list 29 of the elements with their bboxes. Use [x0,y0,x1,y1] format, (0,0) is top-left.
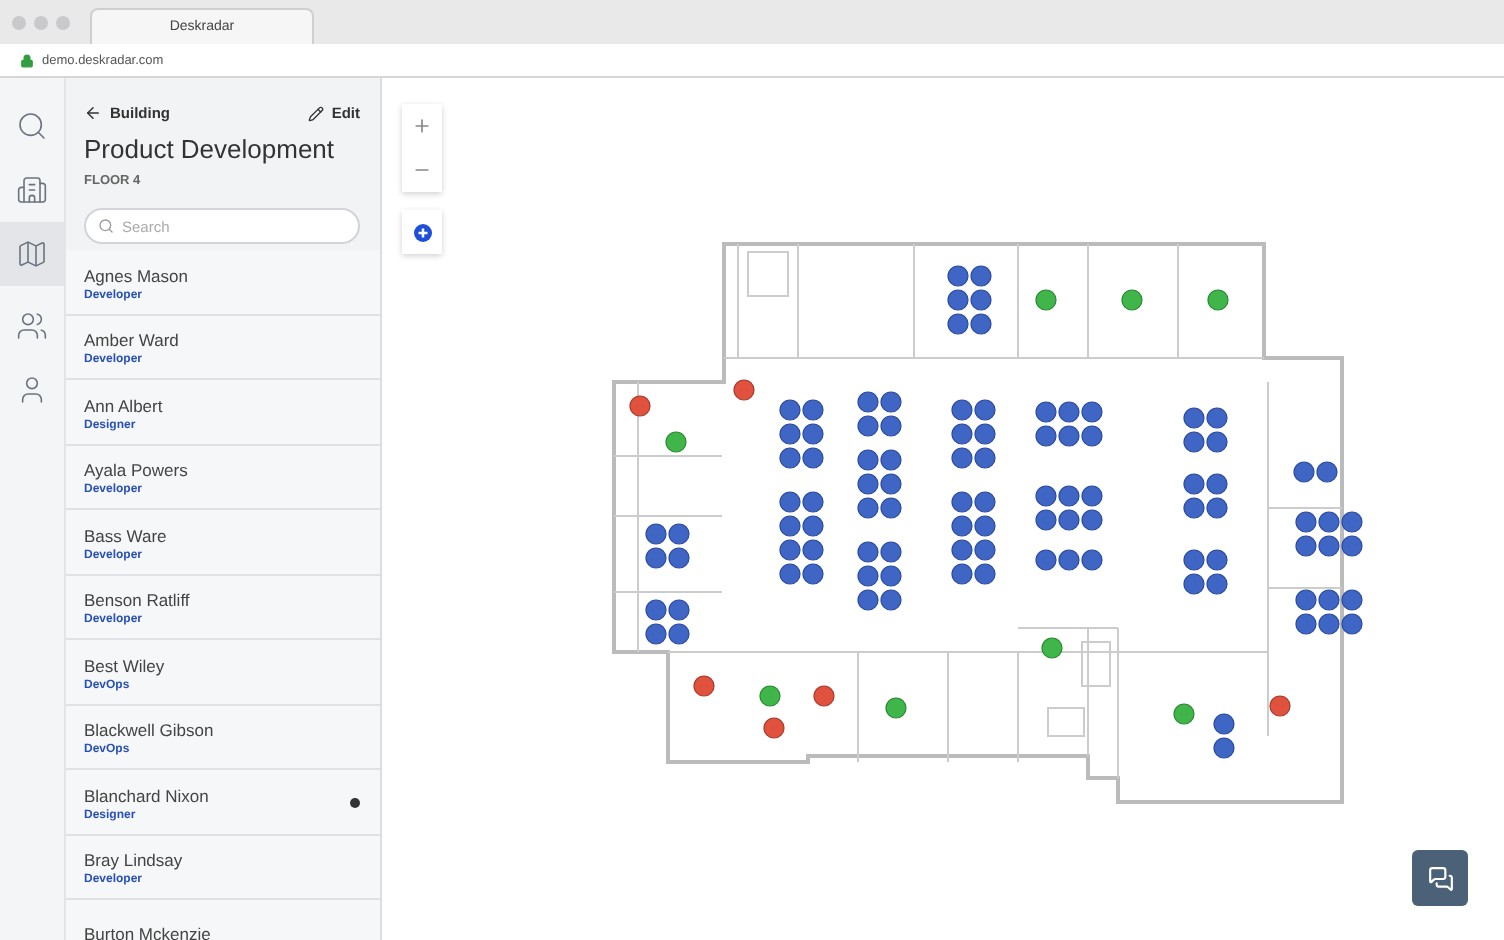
floorplan-icon [16,238,48,270]
building-icon [16,174,48,206]
search-icon [98,218,114,234]
chat-icon [1427,865,1453,891]
person-list-item[interactable]: Burton Mckenzie [66,900,380,940]
chat-button[interactable] [1412,850,1468,906]
people-icon [16,310,48,342]
person-name: Burton Mckenzie [84,923,211,940]
person-name: Blackwell Gibson [84,720,214,741]
person-name: Benson Ratliff [84,590,190,611]
team-title: Product Development [84,134,337,164]
person-name: Ayala Powers [84,460,188,481]
person-name: Agnes Mason [84,265,188,286]
back-arrow-icon [84,104,102,122]
search-icon [16,110,48,142]
person-name: Best Wiley [84,655,165,676]
person-name: Blanchard Nixon [84,785,209,806]
pencil-icon [307,105,324,121]
person-name: Bass Ware [84,525,167,546]
person-icon [16,374,48,406]
zoom-in-button[interactable] [402,104,442,148]
person-name: Ann Albert [84,395,163,416]
person-name: Bray Lindsay [84,850,183,871]
add-button[interactable] [402,210,442,254]
plus-icon [412,116,432,136]
person-name: Amber Ward [84,330,179,351]
add-circle-icon [413,223,431,241]
lock-icon [20,53,34,67]
nav-button[interactable] [0,222,64,286]
